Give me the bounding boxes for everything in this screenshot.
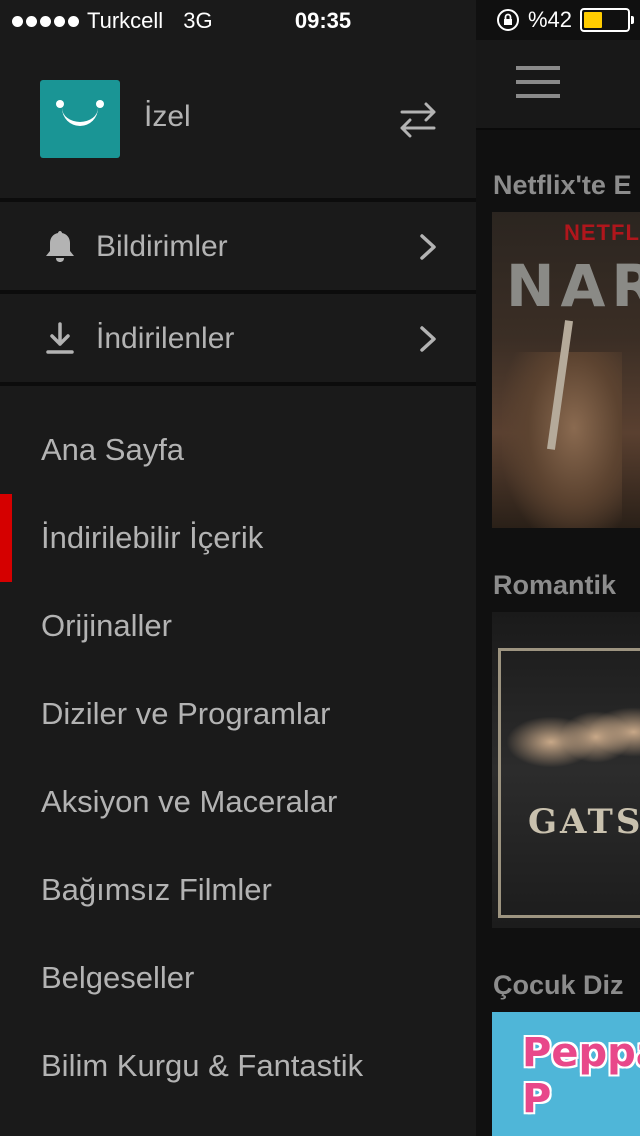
poster-art-figures — [506, 702, 640, 802]
downloads-row[interactable]: İndirilenler — [0, 294, 476, 382]
row-title-netflix: Netflix'te E — [493, 170, 632, 200]
nav-item-diziler-ve-programlar[interactable]: Diziler ve Programlar — [0, 670, 476, 758]
chevron-right-icon — [420, 326, 436, 352]
battery-icon — [580, 8, 634, 32]
chevron-right-icon — [420, 234, 436, 260]
browse-content: Netflix'te E NETFLIX NARC Romantik GATSI… — [476, 0, 640, 1136]
nav-item-label: Bağımsız Filmler — [41, 872, 272, 907]
genre-nav-list: Ana Sayfa İndirilebilir İçerik Orijinall… — [0, 406, 476, 1110]
hamburger-menu-icon[interactable] — [516, 66, 560, 98]
navigation-drawer: İzel Bildirimler İndirilenler Ana Sayfa … — [0, 0, 476, 1136]
nav-item-belgeseller[interactable]: Belgeseller — [0, 934, 476, 1022]
nav-item-orijinaller[interactable]: Orijinaller — [0, 582, 476, 670]
screen: Netflix'te E NETFLIX NARC Romantik GATSI… — [0, 0, 640, 1136]
nav-item-label: Ana Sayfa — [41, 432, 185, 467]
nav-item-label: Bilim Kurgu & Fantastik — [41, 1048, 364, 1083]
nav-item-label: Diziler ve Programlar — [41, 696, 331, 731]
nav-item-indirilebilir-icerik[interactable]: İndirilebilir İçerik — [0, 494, 476, 582]
orientation-lock-icon — [496, 9, 519, 31]
poster-peppa[interactable]: Peppa P — [492, 1012, 640, 1136]
nav-item-label: Aksiyon ve Maceralar — [41, 784, 338, 819]
switch-profile-icon[interactable] — [396, 98, 440, 142]
profile-header[interactable]: İzel — [0, 40, 476, 198]
nav-item-aksiyon-ve-maceralar[interactable]: Aksiyon ve Maceralar — [0, 758, 476, 846]
row-title-cocuk: Çocuk Diz — [493, 970, 624, 1000]
profile-name: İzel — [144, 100, 191, 133]
divider — [0, 382, 476, 386]
nav-item-bagimsiz-filmler[interactable]: Bağımsız Filmler — [0, 846, 476, 934]
nav-item-label: Orijinaller — [41, 608, 172, 643]
status-right: %42 — [496, 7, 634, 33]
bell-icon — [46, 231, 74, 262]
battery-fill — [584, 12, 602, 28]
content-top-bar — [476, 40, 640, 130]
status-bar: Turkcell 3G 09:35 %42 — [0, 0, 640, 40]
nav-item-ana-sayfa[interactable]: Ana Sayfa — [0, 406, 476, 494]
nav-item-label: Belgeseller — [41, 960, 195, 995]
downloads-label: İndirilenler — [96, 322, 235, 355]
poster-title: Peppa P — [522, 1030, 640, 1122]
battery-percent: %42 — [527, 7, 572, 32]
nav-item-bilim-kurgu-fantastik[interactable]: Bilim Kurgu & Fantastik — [0, 1022, 476, 1110]
poster-title: GATSI — [528, 802, 640, 842]
row-title-romantik: Romantik — [493, 570, 617, 600]
nav-item-label: İndirilebilir İçerik — [41, 520, 264, 555]
download-icon — [46, 322, 74, 354]
notifications-label: Bildirimler — [96, 230, 228, 263]
poster-brand: NETFLIX — [564, 220, 640, 245]
poster-narcos[interactable]: NETFLIX NARC — [492, 212, 640, 528]
poster-title: NARC — [506, 252, 640, 320]
poster-gatsby[interactable]: GATSI — [492, 612, 640, 928]
notifications-row[interactable]: Bildirimler — [0, 202, 476, 290]
avatar[interactable] — [40, 80, 120, 158]
